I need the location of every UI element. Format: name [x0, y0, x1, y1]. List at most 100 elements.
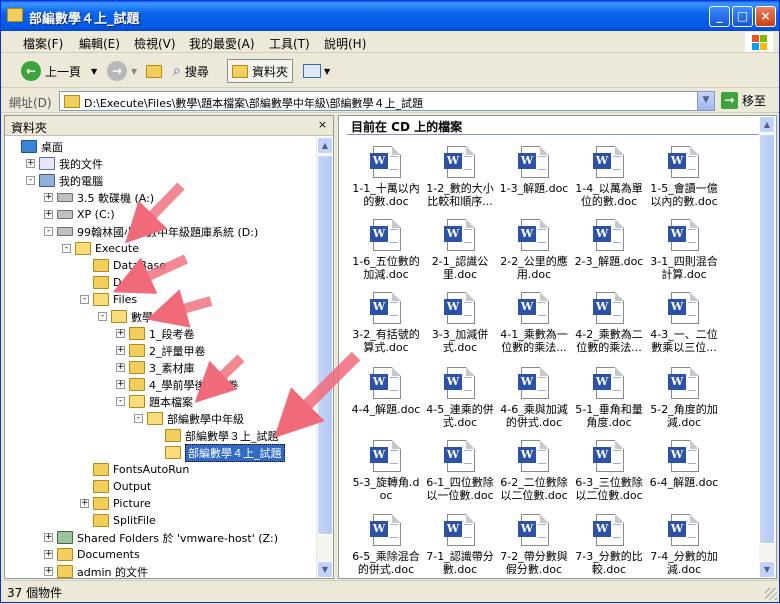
- collapse-icon[interactable]: -: [116, 397, 125, 406]
- menu-help[interactable]: 說明(H): [324, 35, 366, 52]
- tree-item[interactable]: DataBase: [93, 257, 166, 274]
- file-item[interactable]: W 2-2_公里的應用.doc: [499, 219, 569, 293]
- go-button[interactable]: → 移至: [721, 92, 766, 109]
- tree-item[interactable]: - 部編數學中年級: [134, 410, 244, 427]
- tree-item[interactable]: 部編數學４上_試題: [165, 443, 285, 462]
- menu-tools[interactable]: 工具(T): [269, 35, 310, 52]
- expand-icon[interactable]: +: [116, 380, 125, 389]
- file-item[interactable]: W 4-2_乘數為二位數的乘法...: [574, 292, 644, 366]
- tree-item[interactable]: + 我的文件: [26, 155, 103, 172]
- file-item[interactable]: W 1-3_解題.doc: [499, 146, 569, 220]
- scroll-thumb[interactable]: [317, 155, 333, 535]
- folder-tree-scrollbar[interactable]: ▲ ▼: [316, 137, 333, 578]
- views-button[interactable]: ▼: [303, 59, 330, 83]
- tree-item[interactable]: - 我的電腦: [26, 172, 103, 189]
- tree-item[interactable]: FontsAutoRun: [93, 461, 189, 478]
- collapse-icon[interactable]: -: [80, 295, 89, 304]
- menu-view[interactable]: 檢視(V): [134, 35, 176, 52]
- forward-button[interactable]: → ▼: [107, 59, 137, 83]
- tree-item[interactable]: +1_段考卷: [116, 325, 195, 342]
- file-item[interactable]: W 5-2_角度的加減.doc: [649, 367, 719, 441]
- scroll-thumb[interactable]: [759, 134, 775, 544]
- file-item[interactable]: W 6-2_二位數除以二位數.doc: [499, 440, 569, 514]
- file-item[interactable]: W 4-5_連乘的併式.doc: [425, 367, 495, 441]
- menu-favorites[interactable]: 我的最愛(A): [189, 35, 255, 52]
- expand-icon[interactable]: +: [44, 533, 53, 542]
- expand-icon[interactable]: +: [44, 567, 53, 576]
- file-item[interactable]: W 3-3_加減併式.doc: [425, 292, 495, 366]
- title-bar[interactable]: 部編數學４上_試題 _ □ ×: [1, 1, 779, 31]
- resize-grip[interactable]: [765, 588, 777, 600]
- maximize-button[interactable]: □: [732, 6, 753, 27]
- tree-item[interactable]: +2_評量甲卷: [116, 342, 206, 359]
- file-item[interactable]: W 3-2_有括號的算式.doc: [351, 292, 421, 366]
- address-dropdown-button[interactable]: ▼: [697, 92, 714, 110]
- file-item[interactable]: W 6-3_三位數除以二位數.doc: [574, 440, 644, 514]
- expand-icon[interactable]: +: [26, 159, 35, 168]
- tree-item[interactable]: SplitFile: [93, 512, 156, 529]
- tree-item[interactable]: + Documents: [44, 546, 140, 563]
- tree-item[interactable]: + admin 的文件: [44, 563, 148, 578]
- tree-item[interactable]: Output: [93, 478, 151, 495]
- collapse-icon[interactable]: -: [62, 244, 71, 253]
- file-item[interactable]: W 6-5_乘除混合的併式.doc: [351, 514, 421, 578]
- expand-icon[interactable]: +: [116, 346, 125, 355]
- scroll-up-button[interactable]: ▲: [317, 137, 333, 154]
- tree-item[interactable]: + Picture: [80, 495, 151, 512]
- file-item[interactable]: W 1-4_以萬為單位的數.doc: [574, 146, 644, 220]
- file-item[interactable]: W 5-3_旋轉角.doc: [351, 440, 421, 514]
- file-item[interactable]: W 6-1_四位數除以一位數.doc: [425, 440, 495, 514]
- search-button[interactable]: ⌕ 搜尋: [173, 59, 209, 83]
- tree-item[interactable]: + Shared Folders 於 'vmware-host' (Z:): [44, 529, 278, 546]
- file-item[interactable]: W 7-3_分數的比較.doc: [574, 514, 644, 578]
- file-pane-scrollbar[interactable]: ▲ ▼: [759, 116, 776, 578]
- file-item[interactable]: W 7-2_帶分數與假分數.doc: [499, 514, 569, 578]
- tree-item[interactable]: - Files: [80, 291, 137, 308]
- tree-item[interactable]: +3_素材庫: [116, 359, 195, 376]
- tree-item[interactable]: Doc: [93, 274, 134, 291]
- collapse-icon[interactable]: -: [98, 312, 107, 321]
- file-item[interactable]: W 5-1_垂角和量角度.doc: [574, 367, 644, 441]
- expand-icon[interactable]: +: [44, 550, 53, 559]
- file-item[interactable]: W 2-1_認識公里.doc: [425, 219, 495, 293]
- collapse-icon[interactable]: -: [134, 414, 143, 423]
- minimize-button[interactable]: _: [709, 6, 730, 27]
- expand-icon[interactable]: +: [116, 329, 125, 338]
- file-item[interactable]: W 1-2_數的大小比較和順序...: [425, 146, 495, 220]
- file-item[interactable]: W 1-6_五位數的加減.doc: [351, 219, 421, 293]
- close-icon[interactable]: ×: [316, 119, 329, 132]
- address-input[interactable]: D:\Execute\Files\數學\題本檔案\部編數學中年級\部編數學４上_…: [59, 91, 715, 111]
- tree-item[interactable]: - 題本檔案: [116, 393, 193, 410]
- file-item[interactable]: W 4-1_乘數為一位數的乘法...: [499, 292, 569, 366]
- file-item[interactable]: W 7-1_認識帶分數.doc: [425, 514, 495, 578]
- expand-icon[interactable]: +: [44, 210, 53, 219]
- expand-icon[interactable]: +: [80, 499, 89, 508]
- file-item[interactable]: W 1-5_會讀一億以內的數.doc: [649, 146, 719, 220]
- file-item[interactable]: W 4-4_解題.doc: [351, 367, 421, 441]
- file-item[interactable]: W 4-6_乘與加減的併式.doc: [499, 367, 569, 441]
- collapse-icon[interactable]: -: [26, 176, 35, 185]
- scroll-up-button[interactable]: ▲: [759, 116, 775, 133]
- tree-item[interactable]: 桌面: [21, 138, 63, 155]
- tree-item[interactable]: +3.5 軟碟機 (A:): [44, 189, 154, 206]
- tree-item[interactable]: - 99翰林國小部數中年級題庫系統 (D:): [44, 223, 258, 240]
- close-button[interactable]: ×: [755, 6, 776, 27]
- up-folder-button[interactable]: [146, 59, 166, 83]
- collapse-icon[interactable]: -: [44, 227, 53, 236]
- tree-item[interactable]: - 數學: [98, 308, 153, 325]
- file-item[interactable]: W 6-4_解題.doc: [649, 440, 719, 514]
- menu-file[interactable]: 檔案(F): [23, 35, 63, 52]
- tree-item[interactable]: - Execute: [62, 240, 139, 257]
- menu-edit[interactable]: 編輯(E): [79, 35, 120, 52]
- scroll-down-button[interactable]: ▼: [759, 561, 775, 578]
- folders-button[interactable]: 資料夾: [227, 59, 294, 83]
- expand-icon[interactable]: +: [116, 363, 125, 372]
- tree-item[interactable]: 部編數學３上_試題: [165, 427, 279, 444]
- file-item[interactable]: W 3-1_四則混合計算.doc: [649, 219, 719, 293]
- tree-item[interactable]: +4_學前學後檢測卷: [116, 376, 239, 393]
- file-item[interactable]: W 2-3_解題.doc: [574, 219, 644, 293]
- back-button[interactable]: ← 上一頁 ▼: [21, 59, 97, 83]
- tree-item[interactable]: + XP (C:): [44, 206, 115, 223]
- file-item[interactable]: W 1-1_十萬以內的數.doc: [351, 146, 421, 220]
- file-item[interactable]: W 4-3_一、二位數乘以三位...: [649, 292, 719, 366]
